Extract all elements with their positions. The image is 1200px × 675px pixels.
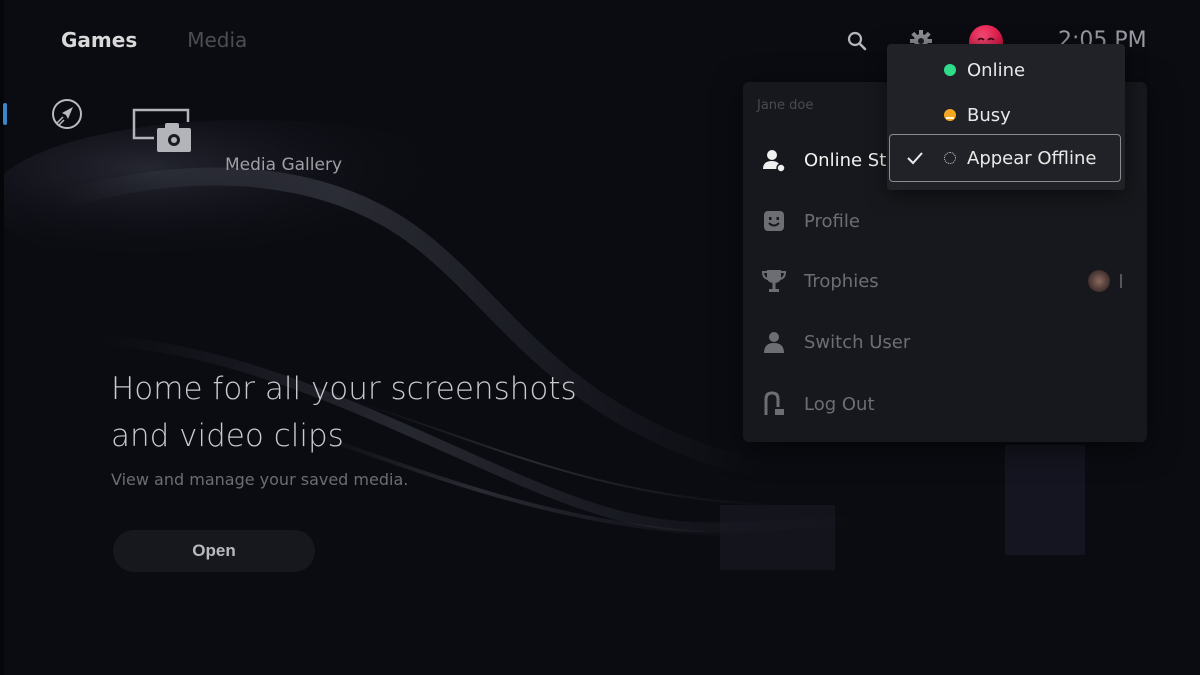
- menu-username: Jane doe: [757, 98, 814, 113]
- menu-item-log-out[interactable]: Log Out: [743, 379, 1147, 429]
- status-option-appear-offline[interactable]: Appear Offline: [889, 134, 1121, 182]
- switch-user-icon: [761, 329, 787, 355]
- trophy-level-badge: [1088, 270, 1110, 292]
- hero-title: Home for all your screenshots and video …: [111, 366, 631, 460]
- focus-indicator: [3, 103, 7, 125]
- tab-games[interactable]: Games: [61, 28, 137, 52]
- menu-item-label: Switch User: [804, 331, 911, 353]
- media-gallery-icon[interactable]: [132, 108, 194, 156]
- online-status-icon: [761, 147, 787, 173]
- media-gallery-label: Media Gallery: [225, 155, 343, 175]
- screen-edge: [0, 0, 4, 675]
- open-button[interactable]: Open: [113, 530, 315, 572]
- menu-item-label: Profile: [804, 210, 860, 232]
- hero-title-line2: and video clips: [111, 418, 344, 454]
- offline-dot-icon: [944, 152, 956, 164]
- trophy-icon: [761, 268, 787, 294]
- top-navigation: Games Media: [61, 28, 247, 52]
- menu-item-profile[interactable]: Profile: [743, 196, 1147, 246]
- menu-item-trophies[interactable]: Trophies: [743, 256, 1147, 306]
- menu-item-label: Trophies: [804, 270, 879, 292]
- explore-icon[interactable]: [50, 97, 84, 131]
- menu-item-switch-user[interactable]: Switch User: [743, 317, 1147, 367]
- log-out-icon: [761, 391, 787, 417]
- online-status-menu: Online Busy Appear Offline: [887, 44, 1125, 190]
- busy-dot-icon: [944, 109, 956, 121]
- status-option-label: Appear Offline: [967, 147, 1097, 169]
- status-option-online[interactable]: Online: [887, 48, 1125, 92]
- checkmark-icon: [907, 152, 923, 165]
- trophy-progress-marker: [1120, 274, 1122, 288]
- online-dot-icon: [944, 64, 956, 76]
- status-option-label: Busy: [967, 104, 1011, 126]
- search-icon[interactable]: [846, 30, 868, 52]
- status-option-label: Online: [967, 59, 1026, 81]
- tab-media[interactable]: Media: [187, 28, 247, 52]
- hero-title-line1: Home for all your screenshots: [111, 371, 577, 407]
- hero-subtitle: View and manage your saved media.: [111, 470, 409, 489]
- profile-icon: [761, 208, 787, 234]
- menu-item-label: Log Out: [804, 393, 875, 415]
- status-option-busy[interactable]: Busy: [887, 93, 1125, 137]
